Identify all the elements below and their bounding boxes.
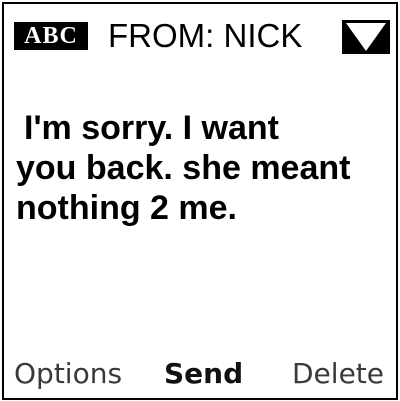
delete-button[interactable]: Delete [292,352,384,396]
status-header: ABC FROM: NICK [4,4,396,60]
message-line: nothing 2 me. [16,189,237,227]
sender-line: FROM: NICK [108,17,303,54]
message-line: I'm sorry. I want [24,109,279,147]
phone-screen: ABC FROM: NICK I'm sorry. I want you bac… [2,2,398,400]
send-button[interactable]: Send [164,352,243,396]
options-button[interactable]: Options [14,352,122,396]
input-mode-label: ABC [24,23,78,49]
input-mode-badge: ABC [14,22,88,50]
envelope-icon [342,20,390,54]
softkey-bar: Options Send Delete [4,352,396,396]
message-line: you back. she meant [16,149,351,187]
message-body: I'm sorry. I want you back. she meant no… [16,108,396,228]
